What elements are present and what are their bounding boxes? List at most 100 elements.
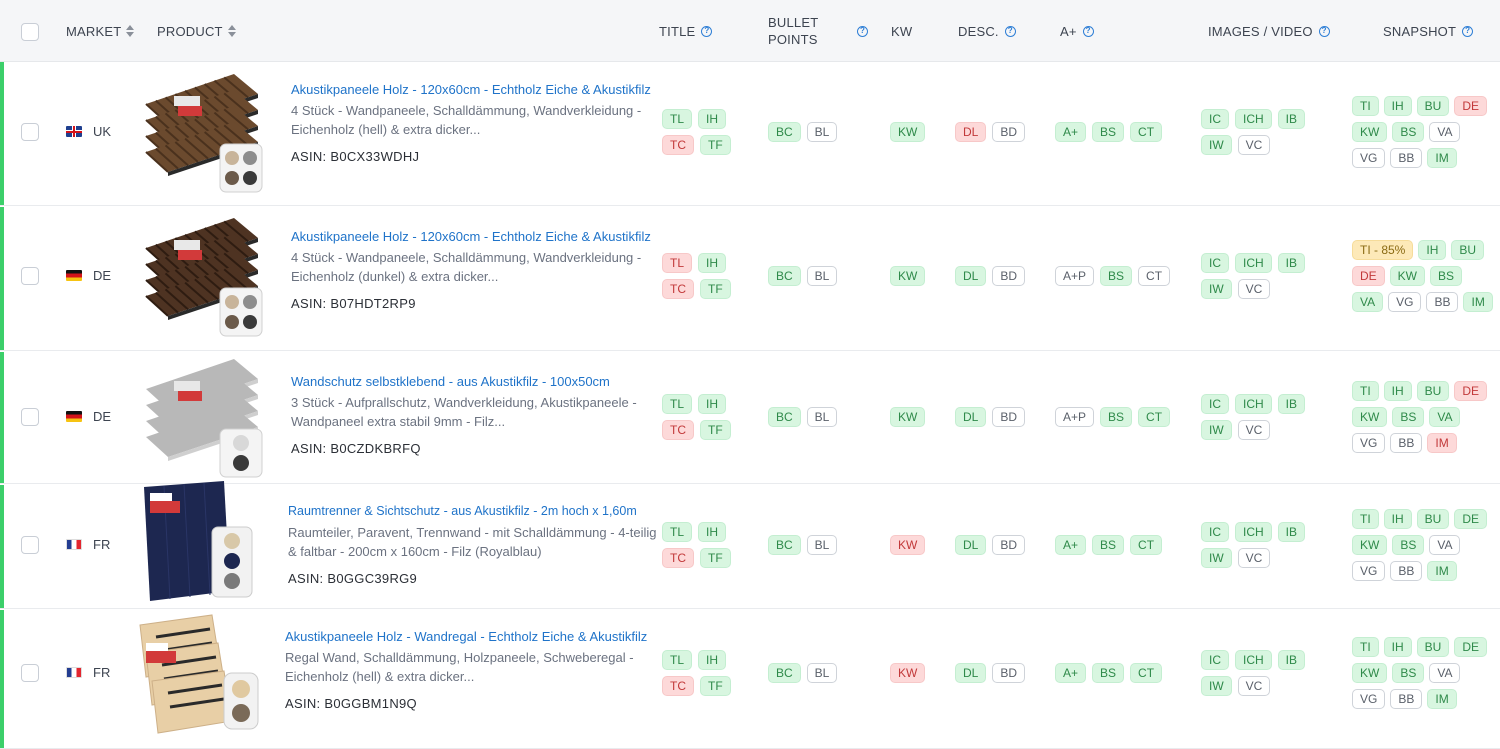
description-check-tag[interactable]: DL [955,663,987,683]
keyword-check-tag[interactable]: KW [890,407,926,427]
row-checkbox[interactable] [21,536,39,554]
bullet-check-tag[interactable]: BL [806,663,838,683]
snapshot-check-tag[interactable]: BU [1416,509,1450,529]
title-check-tag[interactable]: TL [662,109,693,129]
table-row[interactable]: UK Akustikpaneele Holz - 120x60cm - Echth… [0,62,1500,206]
snapshot-check-tag[interactable]: KW [1352,122,1388,142]
description-check-tag[interactable]: DL [955,407,987,427]
snapshot-check-tag[interactable]: TI [1352,96,1379,116]
snapshot-check-tag[interactable]: VG [1352,433,1386,453]
bullet-check-tag[interactable]: BC [768,663,801,683]
snapshot-check-tag[interactable]: BB [1390,148,1423,168]
title-check-tag[interactable]: TL [662,394,693,414]
help-icon[interactable]: ? [1318,25,1330,37]
product-title-link[interactable]: Akustikpaneele Holz - 120x60cm - Echthol… [291,227,661,246]
image-check-tag[interactable]: VC [1237,676,1271,696]
title-check-tag[interactable]: TF [700,279,731,299]
image-check-tag[interactable]: VC [1237,279,1271,299]
snapshot-check-tag[interactable]: DE [1454,637,1488,657]
description-check-tag[interactable]: BD [992,663,1026,683]
bullet-check-tag[interactable]: BC [768,266,801,286]
image-check-tag[interactable]: IC [1201,109,1229,129]
image-check-tag[interactable]: IB [1277,394,1306,414]
title-check-tag[interactable]: IH [698,522,727,542]
keyword-check-tag[interactable]: KW [890,663,926,683]
image-check-tag[interactable]: ICH [1235,522,1272,542]
help-icon[interactable]: ? [1462,25,1474,37]
image-check-tag[interactable]: ICH [1235,650,1272,670]
image-check-tag[interactable]: IW [1201,676,1232,696]
snapshot-check-tag[interactable]: BS [1392,535,1425,555]
snapshot-check-tag[interactable]: TI - 85% [1352,240,1414,260]
row-checkbox[interactable] [21,408,39,426]
title-check-tag[interactable]: TF [700,420,731,440]
snapshot-check-tag[interactable]: BS [1430,266,1463,286]
image-check-tag[interactable]: IW [1201,420,1232,440]
snapshot-check-tag[interactable]: VA [1352,292,1384,312]
product-image[interactable] [132,479,260,607]
aplus-check-tag[interactable]: A+P [1055,407,1095,427]
image-check-tag[interactable]: IB [1277,522,1306,542]
aplus-check-tag[interactable]: CT [1138,407,1171,427]
image-check-tag[interactable]: IW [1201,548,1232,568]
aplus-check-tag[interactable]: CT [1138,266,1171,286]
aplus-check-tag[interactable]: BS [1100,266,1133,286]
snapshot-check-tag[interactable]: IM [1427,148,1457,168]
image-check-tag[interactable]: IC [1201,253,1229,273]
image-check-tag[interactable]: IC [1201,394,1229,414]
table-row[interactable]: DE Wandschutz selbstklebend - aus Akustik… [0,352,1500,484]
sort-icon[interactable] [227,25,236,37]
aplus-check-tag[interactable]: A+ [1055,663,1087,683]
snapshot-check-tag[interactable]: IH [1383,96,1412,116]
bullet-check-tag[interactable]: BL [806,122,838,142]
snapshot-check-tag[interactable]: BU [1416,96,1450,116]
snapshot-check-tag[interactable]: IM [1427,561,1457,581]
aplus-check-tag[interactable]: A+ [1055,535,1087,555]
bullet-check-tag[interactable]: BC [768,535,801,555]
title-check-tag[interactable]: TC [662,279,694,299]
product-title-link[interactable]: Akustikpaneele Holz - 120x60cm - Echthol… [291,80,661,99]
aplus-check-tag[interactable]: A+ [1055,122,1087,142]
snapshot-check-tag[interactable]: IM [1463,292,1493,312]
image-check-tag[interactable]: IB [1277,109,1306,129]
title-check-tag[interactable]: IH [698,109,727,129]
title-check-tag[interactable]: TL [662,650,693,670]
row-checkbox[interactable] [21,123,39,141]
product-title-link[interactable]: Akustikpaneele Holz - Wandregal - Echtho… [285,627,655,646]
help-icon[interactable]: ? [1004,25,1016,37]
snapshot-check-tag[interactable]: IM [1427,689,1457,709]
bullet-check-tag[interactable]: BC [768,122,801,142]
aplus-check-tag[interactable]: BS [1092,535,1125,555]
product-image[interactable] [138,210,266,338]
snapshot-check-tag[interactable]: BB [1390,433,1423,453]
description-check-tag[interactable]: BD [992,122,1026,142]
snapshot-check-tag[interactable]: VA [1429,663,1461,683]
title-check-tag[interactable]: TC [662,135,694,155]
snapshot-check-tag[interactable]: KW [1389,266,1426,286]
title-check-tag[interactable]: TF [700,548,731,568]
image-check-tag[interactable]: IB [1277,650,1306,670]
snapshot-check-tag[interactable]: IH [1383,637,1412,657]
help-icon[interactable]: ? [857,25,868,37]
row-checkbox[interactable] [21,267,39,285]
snapshot-check-tag[interactable]: BB [1390,561,1423,581]
description-check-tag[interactable]: DL [955,266,987,286]
image-check-tag[interactable]: IW [1201,135,1232,155]
title-check-tag[interactable]: TL [662,522,693,542]
aplus-check-tag[interactable]: CT [1130,535,1163,555]
snapshot-check-tag[interactable]: BS [1392,122,1425,142]
description-check-tag[interactable]: DL [955,535,987,555]
snapshot-check-tag[interactable]: IH [1383,381,1412,401]
snapshot-check-tag[interactable]: DE [1454,96,1488,116]
snapshot-check-tag[interactable]: TI [1352,381,1379,401]
column-header-market[interactable]: MARKET [66,0,135,62]
description-check-tag[interactable]: BD [992,407,1026,427]
snapshot-check-tag[interactable]: VG [1352,689,1386,709]
snapshot-check-tag[interactable]: BS [1392,407,1425,427]
title-check-tag[interactable]: TC [662,548,694,568]
image-check-tag[interactable]: IW [1201,279,1232,299]
snapshot-check-tag[interactable]: DE [1454,509,1488,529]
snapshot-check-tag[interactable]: VG [1352,148,1386,168]
snapshot-check-tag[interactable]: BS [1392,663,1425,683]
keyword-check-tag[interactable]: KW [890,122,926,142]
